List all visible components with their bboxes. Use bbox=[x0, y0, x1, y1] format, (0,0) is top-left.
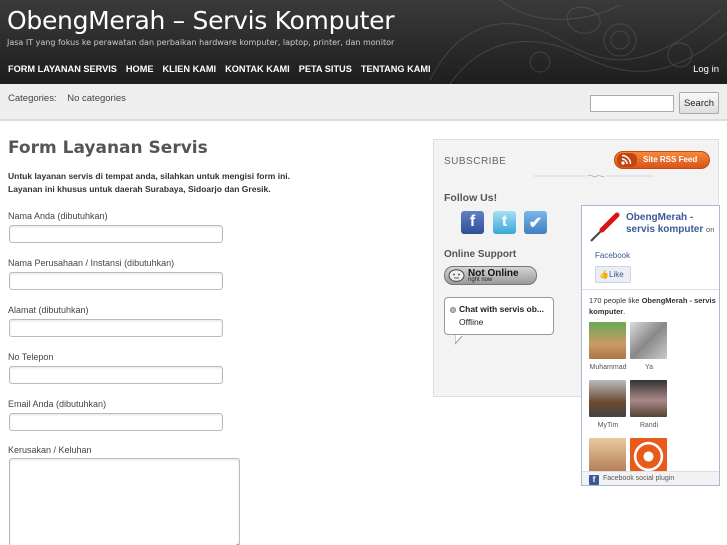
checkmark-icon[interactable]: ✔ bbox=[524, 211, 547, 234]
header-swirl-decoration bbox=[429, 0, 727, 84]
subscribe-label: SUBSCRIBE bbox=[444, 156, 507, 167]
address-label: Alamat (dibutuhkan) bbox=[8, 305, 89, 315]
rss-feed-button[interactable]: Site RSS Feed bbox=[614, 151, 710, 169]
phone-label: No Telepon bbox=[8, 352, 54, 362]
fb-like-label: Like bbox=[609, 270, 624, 279]
form-intro: Untuk layanan servis di tempat anda, sil… bbox=[8, 170, 418, 196]
rss-feed-label: Site RSS Feed bbox=[643, 155, 698, 164]
chat-status: Offline bbox=[459, 317, 484, 327]
categories: Categories: No categories bbox=[8, 93, 126, 104]
nav-klien-kami[interactable]: KLIEN KAMI bbox=[162, 64, 216, 74]
likes-prefix: 170 people like bbox=[589, 296, 640, 305]
fan-name[interactable]: Randi bbox=[629, 422, 669, 429]
fb-social-plugin-footer: f Facebook social plugin bbox=[582, 471, 719, 485]
screwdriver-logo-icon bbox=[586, 210, 622, 246]
likes-suffix: . bbox=[623, 307, 626, 316]
chat-name: Chat with servis ob... bbox=[459, 304, 545, 314]
nav-form-layanan-servis[interactable]: FORM LAYANAN SERVIS bbox=[8, 64, 117, 74]
search-button[interactable]: Search bbox=[679, 92, 719, 114]
site-title[interactable]: ObengMerah – Servis Komputer bbox=[7, 6, 395, 35]
fb-like-count: 170 people like ObengMerah - servis komp… bbox=[589, 295, 717, 317]
fan-name[interactable]: Muhammad bbox=[588, 364, 628, 371]
thumbs-up-icon: 👍 bbox=[599, 270, 609, 279]
address-field[interactable] bbox=[9, 319, 223, 337]
chat-bubble[interactable]: Chat with servis ob... Offline bbox=[444, 297, 554, 345]
site-tagline: Jasa IT yang fokus ke perawatan dan perb… bbox=[7, 38, 395, 47]
email-field[interactable] bbox=[9, 413, 223, 431]
twitter-icon[interactable]: t bbox=[493, 211, 516, 234]
categories-label: Categories: bbox=[8, 93, 57, 104]
offline-dot-icon bbox=[450, 307, 456, 313]
rss-icon bbox=[617, 153, 637, 167]
search-input[interactable] bbox=[590, 95, 674, 112]
fb-page-name-text: ObengMerah - servis komputer bbox=[626, 212, 704, 235]
intro-line-1: Untuk layanan servis di tempat anda, sil… bbox=[8, 171, 290, 181]
fb-like-button[interactable]: 👍 Like bbox=[595, 266, 631, 283]
fb-facebook-link[interactable]: Facebook bbox=[595, 251, 630, 260]
facebook-icon[interactable]: f bbox=[461, 211, 484, 234]
divider-ornament bbox=[534, 174, 654, 178]
fan-avatar[interactable] bbox=[589, 380, 626, 417]
online-support-label: Online Support bbox=[444, 249, 517, 260]
email-label: Email Anda (dibutuhkan) bbox=[8, 399, 107, 409]
fb-divider bbox=[582, 289, 719, 290]
login-link[interactable]: Log in bbox=[693, 64, 719, 75]
fb-page-name[interactable]: ObengMerah - servis komputer on bbox=[626, 212, 718, 236]
fan-name[interactable]: MyTim bbox=[588, 422, 628, 429]
nav-kontak-kami[interactable]: KONTAK KAMI bbox=[225, 64, 290, 74]
intro-line-2: Layanan ini khusus untuk daerah Surabaya… bbox=[8, 184, 271, 194]
nav-tentang-kami[interactable]: TENTANG KAMI bbox=[361, 64, 431, 74]
company-field[interactable] bbox=[9, 272, 223, 290]
category-bar: Categories: No categories Search bbox=[0, 84, 727, 121]
bubble-tail bbox=[455, 335, 464, 345]
name-label: Nama Anda (dibutuhkan) bbox=[8, 211, 108, 221]
main-content: Form Layanan Servis Untuk layanan servis… bbox=[8, 138, 418, 545]
follow-us-label: Follow Us! bbox=[444, 192, 498, 204]
phone-field[interactable] bbox=[9, 366, 223, 384]
main-nav: FORM LAYANAN SERVIS HOME KLIEN KAMI KONT… bbox=[8, 64, 440, 74]
complaint-textarea[interactable] bbox=[9, 458, 240, 545]
facebook-f-icon: f bbox=[589, 475, 599, 485]
site-header: ObengMerah – Servis Komputer Jasa IT yan… bbox=[0, 0, 727, 84]
fan-avatar[interactable] bbox=[630, 322, 667, 359]
company-label: Nama Perusahaan / Instansi (dibutuhkan) bbox=[8, 258, 175, 268]
chat-face-icon bbox=[448, 269, 465, 282]
fan-avatar[interactable] bbox=[589, 438, 626, 475]
fan-avatar[interactable] bbox=[630, 380, 667, 417]
fan-name[interactable]: Ya bbox=[629, 364, 669, 371]
nav-peta-situs[interactable]: PETA SITUS bbox=[299, 64, 352, 74]
categories-value: No categories bbox=[67, 93, 126, 104]
name-field[interactable] bbox=[9, 225, 223, 243]
fb-footer-label[interactable]: Facebook social plugin bbox=[603, 475, 674, 482]
facebook-like-box: ObengMerah - servis komputer on Facebook… bbox=[581, 205, 720, 486]
fb-on-text: on bbox=[706, 225, 715, 234]
complaint-label: Kerusakan / Keluhan bbox=[8, 445, 92, 455]
status-subtitle: right now bbox=[468, 277, 493, 283]
fan-avatar[interactable] bbox=[589, 322, 626, 359]
page-title: Form Layanan Servis bbox=[8, 138, 208, 158]
nav-home[interactable]: HOME bbox=[126, 64, 154, 74]
online-status-badge[interactable]: Not Online right now bbox=[444, 266, 537, 285]
fan-avatar[interactable] bbox=[630, 438, 667, 475]
